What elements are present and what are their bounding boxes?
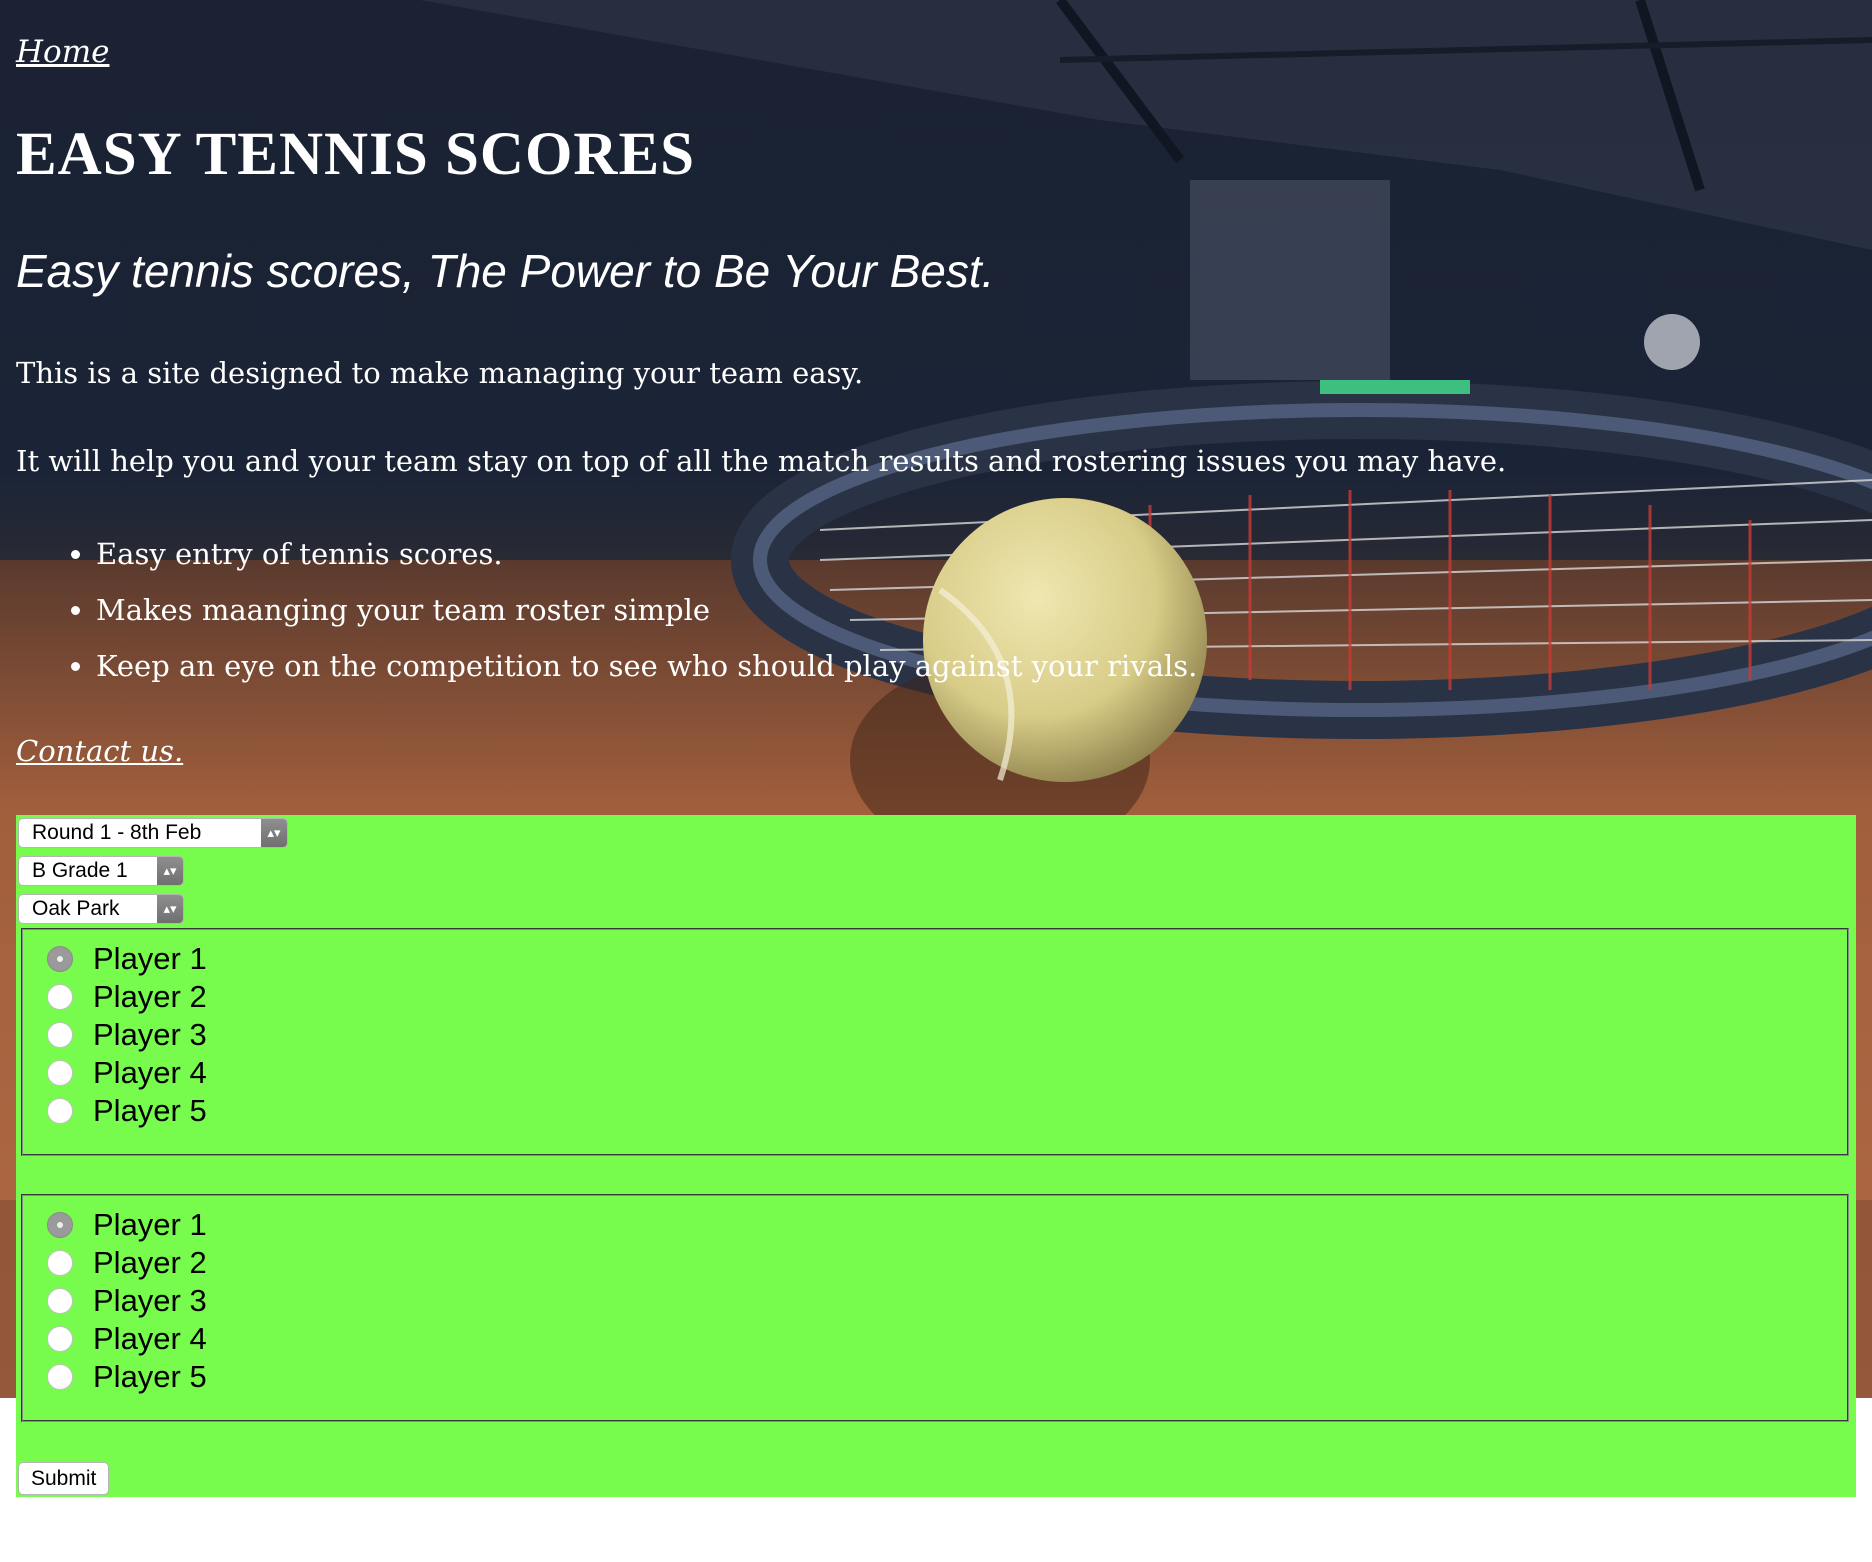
- player-option-label: Player 2: [93, 979, 207, 1014]
- select-arrows-icon: ▴▾: [261, 819, 287, 847]
- player-option-label: Player 5: [93, 1359, 207, 1394]
- player-option[interactable]: Player 3: [47, 1282, 207, 1320]
- player-option-label: Player 4: [93, 1321, 207, 1356]
- player-option[interactable]: Player 5: [47, 1092, 207, 1130]
- player-option-label: Player 3: [93, 1017, 207, 1052]
- player-option-label: Player 1: [93, 1207, 207, 1242]
- select-arrows-icon: ▴▾: [157, 857, 183, 885]
- player-option[interactable]: Player 5: [47, 1358, 207, 1396]
- feature-item: Makes maanging your team roster simple: [96, 592, 1197, 648]
- grade-select[interactable]: B Grade 1 ▴▾: [18, 856, 184, 886]
- site-title: EASY TENNIS SCORES: [16, 121, 696, 188]
- round-select[interactable]: Round 1 - 8th Feb ▴▾: [18, 818, 288, 848]
- radio-button[interactable]: [47, 1022, 73, 1048]
- submit-button[interactable]: Submit: [18, 1462, 110, 1495]
- radio-button[interactable]: [47, 946, 73, 972]
- radio-button[interactable]: [47, 1326, 73, 1352]
- player-option[interactable]: Player 1: [47, 1206, 207, 1244]
- contact-link[interactable]: Contact us.: [16, 734, 183, 768]
- grade-select-value: B Grade 1: [32, 859, 128, 882]
- player-option[interactable]: Player 2: [47, 978, 207, 1016]
- intro-paragraph-1: This is a site designed to make managing…: [16, 356, 864, 390]
- intro-paragraph-2: It will help you and your team stay on t…: [16, 444, 1507, 478]
- feature-item: Keep an eye on the competition to see wh…: [96, 648, 1197, 704]
- club-select-value: Oak Park: [32, 897, 120, 920]
- radio-button[interactable]: [47, 1364, 73, 1390]
- round-select-value: Round 1 - 8th Feb: [32, 821, 202, 844]
- player-option[interactable]: Player 2: [47, 1244, 207, 1282]
- radio-button[interactable]: [47, 1250, 73, 1276]
- player-option[interactable]: Player 4: [47, 1054, 207, 1092]
- player-option[interactable]: Player 1: [47, 940, 207, 978]
- player-group-1: Player 1 Player 2 Player 3 Player 4 Play…: [21, 928, 1849, 1156]
- site-tagline: Easy tennis scores, The Power to Be Your…: [16, 245, 995, 297]
- radio-button[interactable]: [47, 1288, 73, 1314]
- player-option-label: Player 1: [93, 941, 207, 976]
- radio-button[interactable]: [47, 1060, 73, 1086]
- player-option-label: Player 4: [93, 1055, 207, 1090]
- radio-button[interactable]: [47, 984, 73, 1010]
- home-link[interactable]: Home: [16, 34, 109, 70]
- score-entry-form: Round 1 - 8th Feb ▴▾ B Grade 1 ▴▾ Oak Pa…: [16, 815, 1856, 1497]
- player-option[interactable]: Player 3: [47, 1016, 207, 1054]
- feature-item: Easy entry of tennis scores.: [96, 536, 1197, 592]
- feature-list: Easy entry of tennis scores. Makes maang…: [16, 536, 1197, 704]
- radio-button[interactable]: [47, 1212, 73, 1238]
- player-option-label: Player 5: [93, 1093, 207, 1128]
- radio-button[interactable]: [47, 1098, 73, 1124]
- select-arrows-icon: ▴▾: [157, 895, 183, 923]
- player-option[interactable]: Player 4: [47, 1320, 207, 1358]
- player-group-2: Player 1 Player 2 Player 3 Player 4 Play…: [21, 1194, 1849, 1422]
- player-option-label: Player 3: [93, 1283, 207, 1318]
- club-select[interactable]: Oak Park ▴▾: [18, 894, 184, 924]
- player-option-label: Player 2: [93, 1245, 207, 1280]
